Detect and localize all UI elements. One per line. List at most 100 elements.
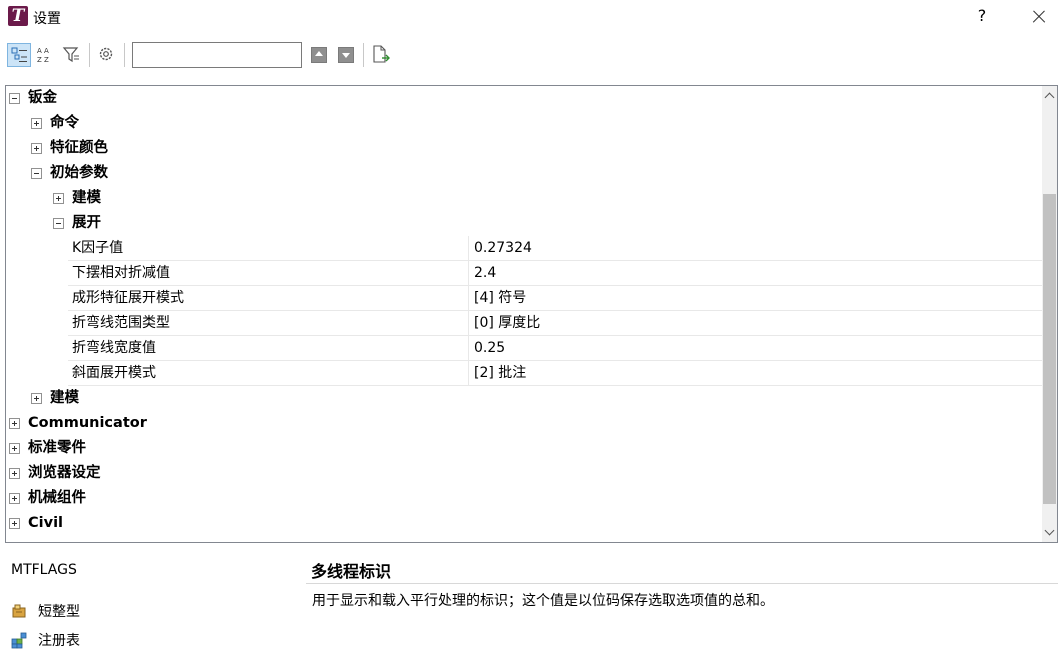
tree-node-label: Communicator xyxy=(28,415,147,431)
variable-name: MTFLAGS xyxy=(11,562,77,578)
filter-button[interactable] xyxy=(60,43,84,67)
column-divider xyxy=(468,236,469,261)
export-file-icon xyxy=(373,45,390,63)
tree-node-label: 机械组件 xyxy=(28,490,86,506)
gear-icon xyxy=(99,47,113,61)
tree-node-initial-params[interactable]: 初始参数 xyxy=(6,161,1042,186)
tree-node-standard-parts[interactable]: 标准零件 xyxy=(6,436,1042,461)
expand-icon[interactable] xyxy=(31,118,42,129)
categorized-view-button[interactable] xyxy=(7,43,31,67)
expand-icon[interactable] xyxy=(9,418,20,429)
column-divider xyxy=(468,261,469,286)
property-value[interactable]: [4] 符号 xyxy=(474,286,526,310)
expand-icon[interactable] xyxy=(9,443,20,454)
property-row-bevel-unfold-mode[interactable]: 斜面展开模式 [2] 批注 xyxy=(68,361,1042,386)
property-row-form-unfold-mode[interactable]: 成形特征展开模式 [4] 符号 xyxy=(68,286,1042,311)
property-name: 折弯线宽度值 xyxy=(72,340,156,356)
collapse-icon[interactable] xyxy=(9,93,20,104)
alphabetical-view-button[interactable]: A Z A Z xyxy=(34,43,58,67)
property-value[interactable]: [0] 厚度比 xyxy=(474,311,540,335)
vertical-scrollbar[interactable] xyxy=(1042,86,1057,542)
expand-icon[interactable] xyxy=(31,393,42,404)
tree-node-feature-colors[interactable]: 特征颜色 xyxy=(6,136,1042,161)
export-button[interactable] xyxy=(369,43,393,67)
tree-node-label: 建模 xyxy=(72,190,101,206)
property-name: 折弯线范围类型 xyxy=(72,315,170,331)
svg-text:Z: Z xyxy=(44,56,49,64)
toolbar-separator xyxy=(89,43,90,67)
svg-text:Z: Z xyxy=(37,56,42,64)
title-bar: T 设置 ? xyxy=(0,0,1058,34)
property-name: 斜面展开模式 xyxy=(72,365,156,381)
property-name: K因子值 xyxy=(72,240,124,256)
close-button[interactable] xyxy=(1028,6,1050,28)
tree-node-label: 展开 xyxy=(72,215,101,231)
property-value[interactable]: 0.27324 xyxy=(474,236,532,260)
divider xyxy=(306,583,1058,584)
tree-node-mechanical-assembly[interactable]: 机械组件 xyxy=(6,486,1042,511)
previous-button[interactable] xyxy=(311,47,327,63)
settings-button[interactable] xyxy=(95,43,119,67)
property-row-hem-deduction[interactable]: 下摆相对折减值 2.4 xyxy=(68,261,1042,286)
tree-node-sheetmetal[interactable]: 钣金 xyxy=(6,86,1042,111)
tree-node-communicator[interactable]: Communicator xyxy=(6,411,1042,436)
property-value[interactable]: 2.4 xyxy=(474,261,496,285)
property-name: 下摆相对折减值 xyxy=(72,265,170,281)
tree-node-modeling[interactable]: 建模 xyxy=(6,386,1042,411)
toolbar: A Z A Z xyxy=(0,40,1058,70)
registry-icon xyxy=(10,631,28,649)
scroll-up-icon[interactable] xyxy=(1044,92,1055,103)
storage-row: 注册表 xyxy=(10,630,80,650)
column-divider xyxy=(468,361,469,386)
property-name: 成形特征展开模式 xyxy=(72,290,184,306)
property-row-k-factor[interactable]: K因子值 0.27324 xyxy=(68,236,1042,261)
property-value[interactable]: [2] 批注 xyxy=(474,361,526,385)
scroll-thumb[interactable] xyxy=(1043,194,1056,504)
toolbar-separator xyxy=(124,43,125,67)
collapse-icon[interactable] xyxy=(53,218,64,229)
collapse-icon[interactable] xyxy=(31,168,42,179)
tree-node-unfold[interactable]: 展开 xyxy=(6,211,1042,236)
settings-tree[interactable]: 钣金 命令 特征颜色 初始参数 建模 展开 K因子值 0.27324 下摆相对折… xyxy=(5,85,1058,543)
svg-text:A: A xyxy=(44,47,49,55)
info-title: 多线程标识 xyxy=(311,562,392,581)
svg-text:A: A xyxy=(37,47,42,55)
expand-icon[interactable] xyxy=(9,518,20,529)
window-title: 设置 xyxy=(33,11,61,27)
tree-node-label: Civil xyxy=(28,515,64,531)
tree-node-commands[interactable]: 命令 xyxy=(6,111,1042,136)
toolbar-separator xyxy=(363,43,364,67)
categorized-list-icon xyxy=(11,47,27,62)
search-input[interactable] xyxy=(132,42,302,68)
tree-node-civil[interactable]: Civil xyxy=(6,511,1042,536)
expand-icon[interactable] xyxy=(9,468,20,479)
storage-label: 注册表 xyxy=(38,633,80,649)
expand-icon[interactable] xyxy=(9,493,20,504)
short-integer-icon xyxy=(10,602,28,620)
expand-icon[interactable] xyxy=(31,143,42,154)
filter-icon xyxy=(62,47,79,63)
column-divider xyxy=(468,286,469,311)
app-logo-icon: T xyxy=(8,6,28,26)
tree-node-label: 钣金 xyxy=(28,90,57,106)
tree-node-label: 标准零件 xyxy=(28,440,86,456)
scroll-down-icon[interactable] xyxy=(1044,525,1055,536)
next-button[interactable] xyxy=(338,47,354,63)
expand-icon[interactable] xyxy=(53,193,64,204)
tree-node-label: 命令 xyxy=(50,115,79,131)
property-row-bendline-range-type[interactable]: 折弯线范围类型 [0] 厚度比 xyxy=(68,311,1042,336)
value-type-row: 短整型 xyxy=(10,601,80,621)
tree-node-label: 建模 xyxy=(50,390,79,406)
property-row-bendline-width[interactable]: 折弯线宽度值 0.25 xyxy=(68,336,1042,361)
sort-az-icon: A Z A Z xyxy=(37,47,49,64)
tree-node-label: 初始参数 xyxy=(50,165,108,181)
tree-node-label: 浏览器设定 xyxy=(28,465,101,481)
help-button[interactable]: ? xyxy=(972,6,992,28)
tree-node-modeling-sub[interactable]: 建模 xyxy=(6,186,1042,211)
property-value[interactable]: 0.25 xyxy=(474,336,505,360)
column-divider xyxy=(468,311,469,336)
value-type-label: 短整型 xyxy=(38,604,80,620)
tree-node-label: 特征颜色 xyxy=(50,140,108,156)
info-description: 用于显示和载入平行处理的标识；这个值是以位码保存选取选项值的总和。 xyxy=(312,593,774,609)
tree-node-browser-settings[interactable]: 浏览器设定 xyxy=(6,461,1042,486)
